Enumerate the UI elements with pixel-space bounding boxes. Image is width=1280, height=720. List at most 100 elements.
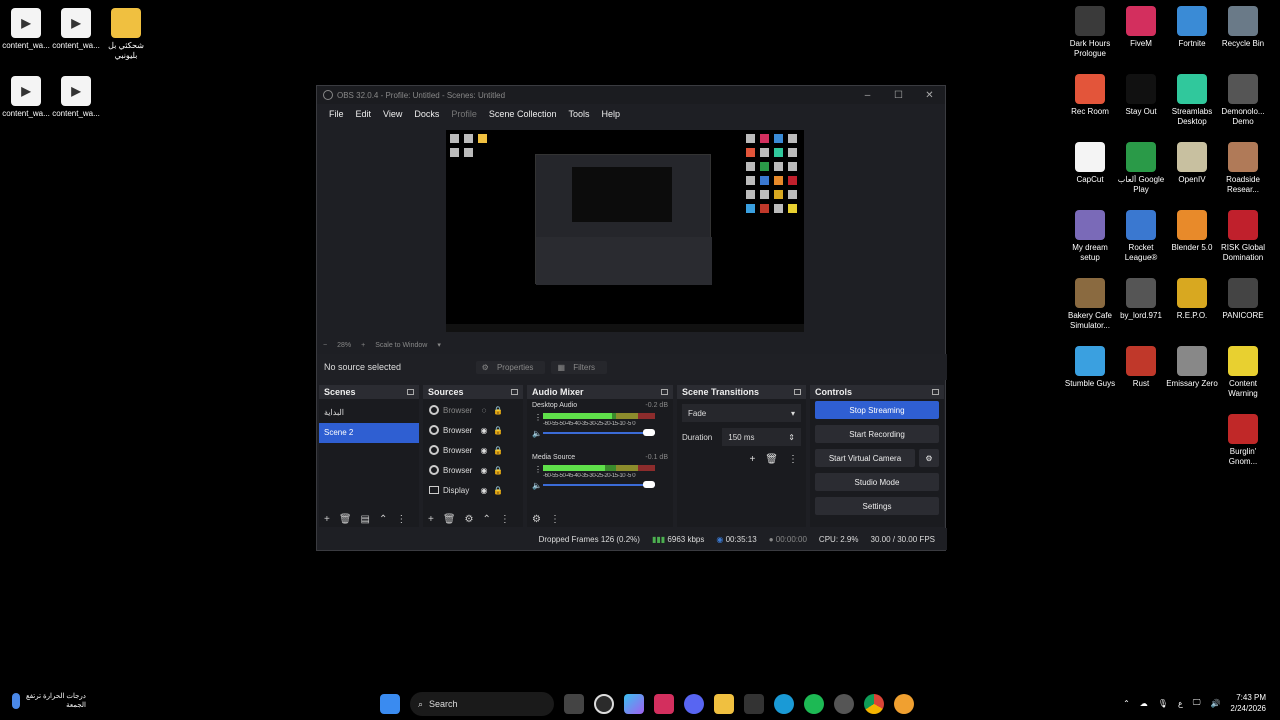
transition-select[interactable]: Fade ▾ — [682, 404, 801, 422]
desktop-icon[interactable]: Recycle Bin — [1217, 6, 1269, 49]
menu-edit[interactable]: Edit — [350, 109, 378, 119]
desktop-icon-content-2[interactable]: content_wa... — [50, 8, 102, 51]
edge-icon[interactable] — [774, 694, 794, 714]
move-up-icon[interactable]: ⌃ — [379, 514, 387, 525]
dock-float-icon[interactable] — [794, 389, 801, 395]
stop-streaming-button[interactable]: Stop Streaming — [815, 401, 939, 419]
volume-slider-knob[interactable] — [643, 481, 655, 488]
eye-icon[interactable]: ◉ — [479, 466, 489, 475]
desktop-icon[interactable]: Streamlabs Desktop — [1166, 74, 1218, 127]
chevron-up-icon[interactable]: ⌃ — [1123, 699, 1130, 708]
move-up-icon[interactable]: ⌃ — [483, 514, 491, 525]
desktop-icon[interactable]: Blender 5.0 — [1166, 210, 1218, 253]
spotify-icon[interactable] — [804, 694, 824, 714]
dock-float-icon[interactable] — [511, 389, 518, 395]
desktop-icon[interactable]: by_lord.971 — [1115, 278, 1167, 321]
add-transition-icon[interactable]: + — [749, 454, 755, 465]
desktop-icon-content-3[interactable]: content_wa... — [0, 76, 52, 119]
desktop-icon[interactable]: OpenIV — [1166, 142, 1218, 185]
desktop-icon[interactable]: Dark Hours Prologue — [1064, 6, 1116, 59]
copilot-icon[interactable] — [624, 694, 644, 714]
menu-scene-collection[interactable]: Scene Collection — [483, 109, 563, 119]
menu-docks[interactable]: Docks — [408, 109, 445, 119]
desktop-icon[interactable]: Rust — [1115, 346, 1167, 389]
zoom-in-button[interactable]: + — [361, 342, 365, 349]
more-icon[interactable]: ⋮ — [396, 514, 406, 525]
volume-slider[interactable] — [543, 481, 655, 488]
dock-float-icon[interactable] — [407, 389, 414, 395]
eye-icon[interactable]: ◉ — [479, 486, 489, 495]
eye-hidden-icon[interactable]: ◌ — [479, 406, 489, 415]
channel-menu-icon[interactable]: ⋮ — [534, 465, 542, 474]
speaker-icon[interactable]: 🔊 — [1210, 699, 1220, 708]
lock-icon[interactable]: 🔒 — [493, 406, 503, 415]
dock-float-icon[interactable] — [932, 389, 939, 395]
minimize-icon[interactable]: – — [852, 90, 883, 101]
lock-icon[interactable]: 🔒 — [493, 466, 503, 475]
add-scene-icon[interactable]: + — [324, 514, 330, 525]
task-view-icon[interactable] — [564, 694, 584, 714]
desktop-icon[interactable]: Content Warning — [1217, 346, 1269, 399]
desktop-icon-content-1[interactable]: content_wa... — [0, 8, 52, 51]
start-recording-button[interactable]: Start Recording — [815, 425, 939, 443]
scene-filters-icon[interactable]: ▤ — [361, 514, 370, 525]
microphone-icon[interactable]: 🎙 — [1158, 699, 1168, 708]
gear-icon[interactable]: ⚙ — [919, 449, 939, 467]
desktop-icon[interactable]: Roadside Resear... — [1217, 142, 1269, 195]
source-item[interactable]: Browser ◉ 🔒 — [423, 420, 523, 440]
volume-slider[interactable] — [543, 429, 655, 436]
desktop-icon[interactable]: Rocket League® — [1115, 210, 1167, 263]
lock-icon[interactable]: 🔒 — [493, 446, 503, 455]
desktop-icon[interactable]: Stumble Guys — [1064, 346, 1116, 389]
desktop-icon[interactable]: My dream setup — [1064, 210, 1116, 263]
app-icon[interactable] — [894, 694, 914, 714]
source-item[interactable]: Browser ◉ 🔒 — [423, 440, 523, 460]
desktop-icon[interactable]: Fortnite — [1166, 6, 1218, 49]
eye-icon[interactable]: ◉ — [479, 426, 489, 435]
zoom-out-button[interactable]: − — [323, 342, 327, 349]
desktop-icon[interactable]: ألعاب Google Play — [1115, 142, 1167, 195]
menu-profile[interactable]: Profile — [445, 109, 483, 119]
discord-icon[interactable] — [684, 694, 704, 714]
desktop-icon[interactable]: PANICORE — [1217, 278, 1269, 321]
windows-start-icon[interactable] — [380, 694, 400, 714]
desktop-icon[interactable]: Demonolo... Demo — [1217, 74, 1269, 127]
source-item[interactable]: Browser ◉ 🔒 — [423, 460, 523, 480]
clock[interactable]: 7:43 PM 2/24/2026 — [1230, 692, 1266, 714]
more-icon[interactable]: ⋮ — [788, 454, 798, 465]
scene-item-0[interactable]: البداية — [319, 403, 419, 423]
filters-button[interactable]: ▦ Filters — [551, 360, 607, 374]
menu-view[interactable]: View — [377, 109, 408, 119]
menu-file[interactable]: File — [323, 109, 350, 119]
weather-widget[interactable]: درجات الحرارة ترتفع الجمعة — [12, 692, 86, 710]
language-icon[interactable]: ع — [1178, 699, 1183, 708]
start-virtual-camera-button[interactable]: Start Virtual Camera — [815, 449, 915, 467]
scale-mode-select[interactable]: Scale to Window — [375, 342, 427, 349]
desktop-icon[interactable]: FiveM — [1115, 6, 1167, 49]
desktop-icon[interactable]: Burglin' Gnom... — [1217, 414, 1269, 467]
obs-titlebar[interactable]: OBS 32.0.4 - Profile: Untitled - Scenes:… — [317, 86, 945, 104]
taskbar-search[interactable]: ⌕ Search — [410, 692, 554, 716]
remove-scene-icon[interactable]: 🗑 — [339, 514, 352, 525]
menu-help[interactable]: Help — [595, 109, 626, 119]
speaker-icon[interactable]: 🔈 — [532, 429, 542, 438]
source-item[interactable]: Browser ◌ 🔒 — [423, 400, 523, 420]
properties-button[interactable]: ⚙ Properties — [475, 360, 546, 374]
desktop-icon[interactable]: Rec Room — [1064, 74, 1116, 117]
lock-icon[interactable]: 🔒 — [493, 426, 503, 435]
desktop-icon[interactable]: RISK Global Domination — [1217, 210, 1269, 263]
maximize-icon[interactable]: ☐ — [883, 90, 914, 101]
volume-slider-knob[interactable] — [643, 429, 655, 436]
more-icon[interactable]: ⋮ — [500, 514, 510, 525]
duration-input[interactable]: 150 ms ⇕ — [722, 428, 801, 446]
network-icon[interactable]: 🖵 — [1193, 698, 1201, 708]
speaker-icon[interactable]: 🔈 — [532, 481, 542, 490]
add-source-icon[interactable]: + — [428, 514, 434, 525]
desktop-icon[interactable]: Stay Out — [1115, 74, 1167, 117]
store-icon[interactable] — [744, 694, 764, 714]
advanced-audio-icon[interactable]: ⚙ — [532, 514, 541, 525]
source-item[interactable]: Display ◉ 🔒 — [423, 480, 523, 500]
settings-button[interactable]: Settings — [815, 497, 939, 515]
desktop-icon[interactable]: CapCut — [1064, 142, 1116, 185]
file-explorer-icon[interactable] — [714, 694, 734, 714]
